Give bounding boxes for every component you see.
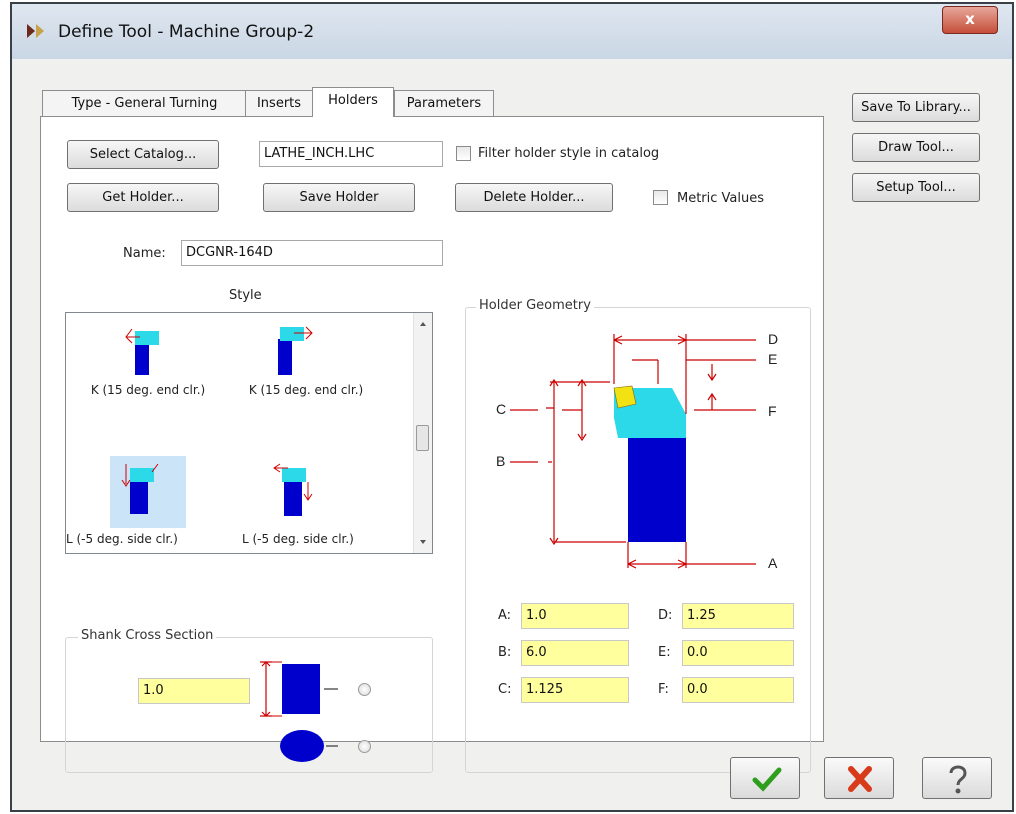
geometry-c-field[interactable]: 1.125: [521, 677, 629, 703]
l-holder-style-icon: [121, 463, 159, 514]
holder-geometry-title: Holder Geometry: [476, 298, 594, 313]
k-holder-style-icon: [278, 326, 313, 375]
save-to-library-button[interactable]: Save To Library...: [852, 93, 980, 122]
dim-label-a: A: [768, 555, 778, 571]
round-shank-radio[interactable]: [358, 740, 371, 753]
style-list[interactable]: K (15 deg. end clr.) K (15 deg. end clr.…: [65, 312, 433, 554]
geometry-a-field[interactable]: 1.0: [521, 603, 629, 629]
geometry-d-field[interactable]: 1.25: [682, 603, 794, 629]
select-catalog-button[interactable]: Select Catalog...: [67, 140, 219, 169]
dim-label-d: D: [768, 331, 778, 347]
geometry-e-label: E:: [658, 645, 671, 660]
square-shank-radio[interactable]: [358, 683, 371, 696]
dim-label-b: B: [496, 453, 505, 469]
list-item[interactable]: K (15 deg. end clr.): [232, 317, 382, 429]
list-item[interactable]: K (15 deg. end clr.): [74, 317, 224, 429]
scroll-up-icon[interactable]: [414, 315, 432, 333]
geometry-b-field[interactable]: 6.0: [521, 640, 629, 666]
checkmark-icon: [752, 767, 782, 792]
dim-label-e: E: [768, 351, 777, 367]
geometry-d-label: D:: [658, 608, 673, 623]
x-icon: [848, 766, 872, 792]
dim-label-c: C: [496, 401, 506, 417]
list-item[interactable]: L (-5 deg. side clr.): [236, 456, 406, 551]
tab-holders[interactable]: Holders: [312, 87, 394, 117]
tab-parameters[interactable]: Parameters: [394, 90, 494, 116]
geometry-a-label: A:: [498, 608, 512, 623]
draw-tool-button[interactable]: Draw Tool...: [852, 133, 980, 162]
l-holder-style-icon: [273, 463, 313, 516]
geometry-f-label: F:: [658, 682, 669, 697]
title-bar[interactable]: Define Tool - Machine Group-2 x: [12, 4, 1012, 59]
geometry-b-label: B:: [498, 645, 512, 660]
cancel-button[interactable]: [824, 757, 894, 799]
define-tool-dialog: Define Tool - Machine Group-2 x Type - G…: [10, 2, 1014, 812]
tab-inserts[interactable]: Inserts: [245, 90, 313, 116]
filter-holder-style-checkbox[interactable]: [456, 146, 471, 161]
save-holder-button[interactable]: Save Holder: [263, 183, 415, 212]
scroll-down-icon[interactable]: [414, 533, 432, 551]
list-item[interactable]: L (-5 deg. side clr.): [66, 456, 236, 551]
tab-type-general-turning[interactable]: Type - General Turning: [42, 90, 247, 116]
style-item-label: K (15 deg. end clr.): [248, 383, 364, 397]
ok-button[interactable]: [730, 757, 800, 799]
close-button[interactable]: x: [942, 6, 998, 34]
holder-geometry-diagram: D E F C B A: [496, 331, 778, 571]
name-label: Name:: [123, 246, 166, 261]
style-title: Style: [229, 288, 262, 303]
geometry-c-label: C:: [498, 682, 512, 697]
question-icon: [949, 765, 967, 794]
dim-label-f: F: [768, 403, 777, 419]
holders-panel: Select Catalog... LATHE_INCH.LHC Filter …: [40, 116, 824, 773]
catalog-file-field[interactable]: LATHE_INCH.LHC: [259, 141, 443, 167]
delete-holder-button[interactable]: Delete Holder...: [455, 183, 613, 212]
window-title: Define Tool - Machine Group-2: [58, 22, 315, 42]
holder-name-field[interactable]: DCGNR-164D: [181, 240, 443, 266]
setup-tool-button[interactable]: Setup Tool...: [852, 173, 980, 202]
filter-holder-style-label: Filter holder style in catalog: [478, 146, 660, 161]
get-holder-button[interactable]: Get Holder...: [67, 183, 219, 212]
style-item-label: K (15 deg. end clr.): [90, 383, 206, 397]
metric-values-checkbox[interactable]: [653, 190, 668, 205]
shank-cross-section-title: Shank Cross Section: [78, 628, 217, 643]
dialog-body: Type - General Turning Inserts Holders P…: [12, 59, 1012, 810]
shank-size-field[interactable]: 1.0: [138, 678, 250, 704]
geometry-f-field[interactable]: 0.0: [682, 677, 794, 703]
help-button[interactable]: [922, 757, 992, 799]
metric-values-label: Metric Values: [677, 191, 765, 206]
style-item-label: L (-5 deg. side clr.): [66, 532, 178, 546]
app-icon: [27, 24, 44, 38]
style-list-scrollbar[interactable]: [413, 313, 432, 553]
scroll-thumb[interactable]: [416, 425, 429, 451]
k-holder-style-icon: [125, 328, 159, 375]
style-item-label: L (-5 deg. side clr.): [242, 532, 354, 546]
geometry-e-field[interactable]: 0.0: [682, 640, 794, 666]
shank-cross-section-group: Shank Cross Section 1.0: [65, 628, 433, 773]
holder-geometry-group: Holder Geometry D E F C B A A: 1.0 D: 1.…: [465, 298, 811, 773]
